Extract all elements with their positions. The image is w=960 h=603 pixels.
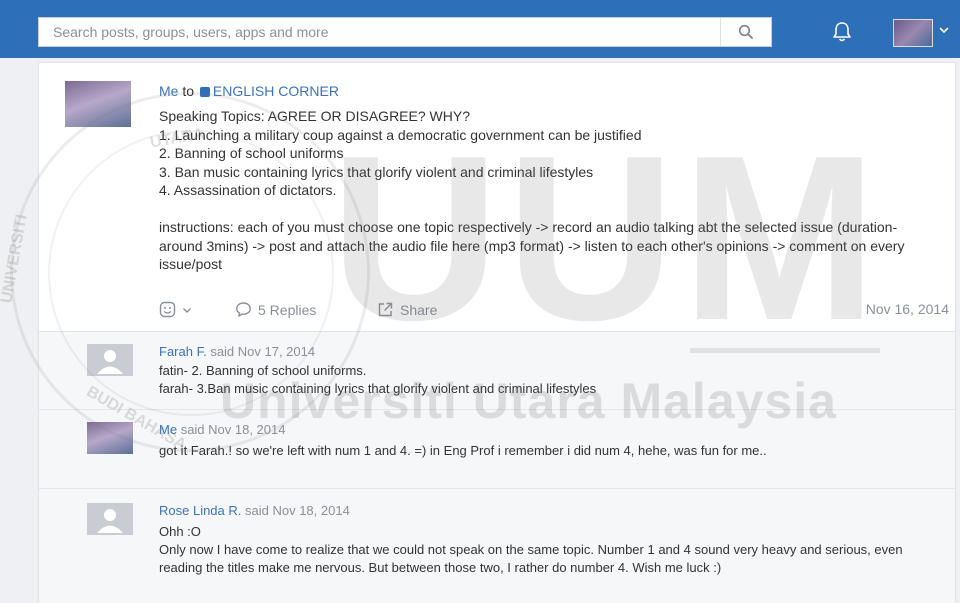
reply-line: fatin- 2. Banning of school uniforms. — [159, 363, 367, 378]
user-silhouette-icon — [97, 509, 123, 533]
reply-item: Me said Nov 18, 2014 got it Farah.! so w… — [39, 410, 955, 488]
watermark-arc-left: UNIVERSITI — [0, 213, 31, 305]
bell-icon — [833, 22, 851, 42]
share-icon — [378, 302, 393, 317]
reply-avatar[interactable] — [87, 344, 133, 376]
user-silhouette-icon — [97, 350, 123, 374]
chevron-down-icon[interactable] — [938, 24, 950, 36]
post-to-label: to — [182, 83, 195, 99]
reply-meta: Me said Nov 18, 2014 — [159, 422, 285, 437]
reply-line: Only now I have come to realize that we … — [159, 542, 903, 575]
reply-date: said Nov 18, 2014 — [245, 503, 350, 518]
search-icon — [738, 24, 753, 39]
post-actions: 5 Replies Share Nov 16, 2014 — [159, 301, 949, 323]
topic-item-1: 1. Launching a military coup against a d… — [159, 126, 642, 143]
replies-button[interactable]: 5 Replies — [235, 301, 316, 318]
topic-item-4: 4. Assassination of dictators. — [159, 182, 337, 198]
post-body: Speaking Topics: AGREE OR DISAGREE? WHY?… — [159, 107, 939, 274]
post-instructions: instructions: each of you must choose on… — [159, 219, 905, 272]
reply-item: Rose Linda R. said Nov 18, 2014 Ohh :O O… — [39, 489, 955, 603]
reply-date: said Nov 18, 2014 — [180, 422, 286, 437]
reply-meta: Farah F. said Nov 17, 2014 — [159, 344, 315, 359]
topic-item-2: 2. Banning of school uniforms — [159, 145, 344, 161]
post-header: Me to ENGLISH CORNER — [159, 83, 339, 99]
reply-text: Ohh :O Only now I have come to realize t… — [159, 523, 919, 577]
notifications-button[interactable] — [828, 18, 856, 46]
search-input[interactable] — [39, 18, 719, 46]
reply-line: Ohh :O — [159, 524, 201, 539]
reply-text: got it Farah.! so we're left with num 1 … — [159, 442, 919, 460]
top-bar — [0, 0, 960, 58]
reply-author-link[interactable]: Me — [159, 422, 177, 437]
reply-author-link[interactable]: Rose Linda R. — [159, 503, 241, 518]
smile-icon — [159, 301, 176, 318]
search-button[interactable] — [720, 18, 771, 46]
replies-count: 5 Replies — [258, 301, 317, 318]
post-card: Me to ENGLISH CORNER Speaking Topics: AG… — [38, 62, 956, 603]
reply-author-link[interactable]: Farah F. — [159, 344, 207, 359]
reply-line: farah- 3.Ban music containing lyrics tha… — [159, 381, 597, 396]
speech-bubble-icon — [236, 302, 251, 317]
reply-avatar[interactable] — [87, 503, 133, 535]
post-date: Nov 16, 2014 — [865, 301, 949, 317]
reply-line: got it Farah.! so we're left with num 1 … — [159, 443, 767, 458]
share-button[interactable]: Share — [377, 301, 437, 318]
search-box — [38, 17, 772, 47]
reply-item: Farah F. said Nov 17, 2014 fatin- 2. Ban… — [39, 332, 955, 409]
reply-date: said Nov 17, 2014 — [210, 344, 316, 359]
reply-avatar[interactable] — [87, 422, 133, 454]
share-label: Share — [400, 301, 438, 318]
user-avatar-button[interactable] — [893, 19, 933, 47]
reaction-button[interactable] — [159, 301, 192, 318]
chevron-down-icon — [183, 307, 191, 313]
post-author-avatar[interactable] — [65, 81, 131, 127]
group-link[interactable]: ENGLISH CORNER — [213, 83, 339, 99]
reply-text: fatin- 2. Banning of school uniforms. fa… — [159, 362, 919, 398]
group-icon — [199, 87, 210, 97]
reply-meta: Rose Linda R. said Nov 18, 2014 — [159, 503, 350, 518]
post-title: Speaking Topics: AGREE OR DISAGREE? WHY? — [159, 108, 470, 124]
topic-item-3: 3. Ban music containing lyrics that glor… — [159, 163, 594, 180]
post-author-link[interactable]: Me — [159, 83, 178, 99]
